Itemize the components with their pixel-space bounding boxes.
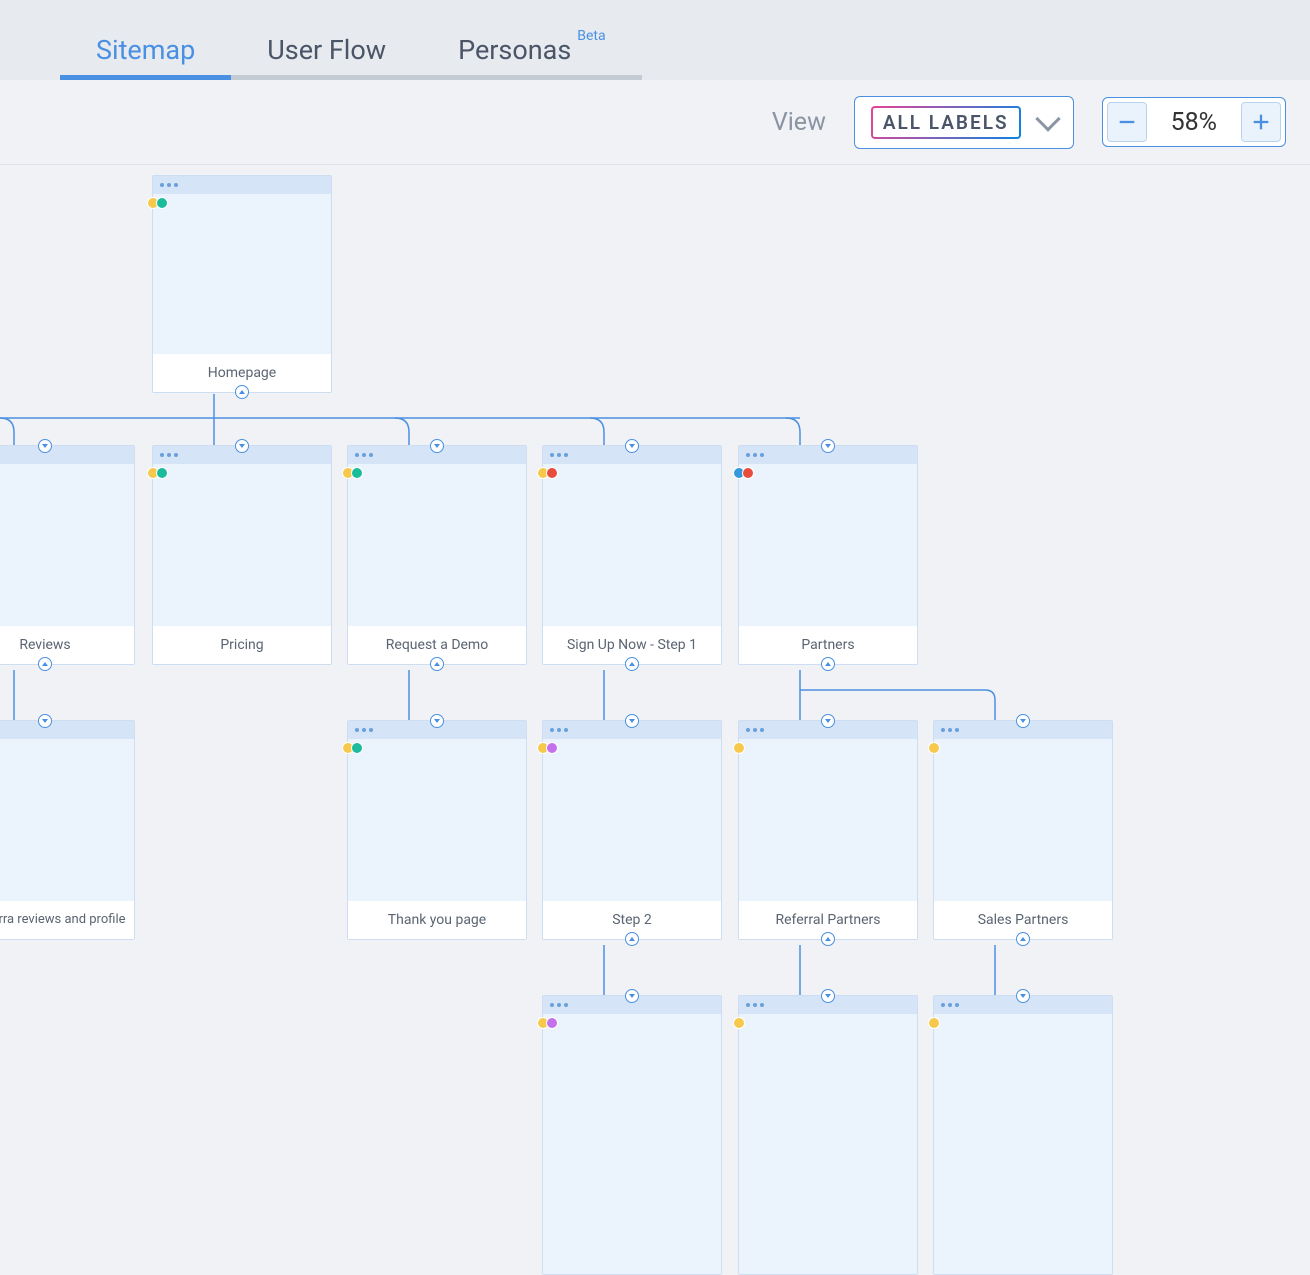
card-reviews[interactable]: Reviews xyxy=(0,445,135,665)
card-partial[interactable] xyxy=(542,995,722,1275)
card-capterra[interactable]: Capterra reviews and profile xyxy=(0,720,135,940)
labels-filter-value: ALL LABELS xyxy=(871,106,1021,139)
node-connector-bottom[interactable] xyxy=(625,932,639,946)
zoom-in-button[interactable] xyxy=(1241,102,1281,142)
card-label: Thank you page xyxy=(348,901,526,939)
card-partial[interactable] xyxy=(738,995,918,1275)
node-connector-top[interactable] xyxy=(821,714,835,728)
minus-icon xyxy=(1116,111,1138,133)
card-referral-partners[interactable]: Referral Partners xyxy=(738,720,918,940)
node-connector-bottom[interactable] xyxy=(430,657,444,671)
card-signup-step1[interactable]: Sign Up Now - Step 1 xyxy=(542,445,722,665)
node-connector-bottom[interactable] xyxy=(235,385,249,399)
card-sales-partners[interactable]: Sales Partners xyxy=(933,720,1113,940)
beta-badge: Beta xyxy=(577,28,605,44)
node-connector-top[interactable] xyxy=(821,989,835,1003)
node-connector-top[interactable] xyxy=(821,439,835,453)
tab-underline xyxy=(60,75,231,80)
node-connector-top[interactable] xyxy=(38,439,52,453)
node-connector-top[interactable] xyxy=(235,439,249,453)
card-label: Reviews xyxy=(0,626,134,664)
node-connector-top[interactable] xyxy=(430,439,444,453)
tab-personas[interactable]: Personas Beta xyxy=(422,34,642,80)
labels-filter-dropdown[interactable]: ALL LABELS xyxy=(854,96,1074,149)
card-pricing[interactable]: Pricing xyxy=(152,445,332,665)
node-connector-top[interactable] xyxy=(625,439,639,453)
node-connector-bottom[interactable] xyxy=(821,657,835,671)
tab-underline xyxy=(422,75,642,80)
node-connector-top[interactable] xyxy=(1016,714,1030,728)
zoom-value: 58% xyxy=(1147,108,1241,137)
card-request-demo[interactable]: Request a Demo xyxy=(347,445,527,665)
plus-icon xyxy=(1250,111,1272,133)
card-step2[interactable]: Step 2 xyxy=(542,720,722,940)
toolbar: View ALL LABELS 58% xyxy=(0,80,1310,165)
zoom-out-button[interactable] xyxy=(1107,102,1147,142)
sitemap-canvas[interactable]: Homepage Reviews Pricing Request a Demo … xyxy=(0,165,1310,1270)
tag-dot xyxy=(156,197,168,209)
node-connector-top[interactable] xyxy=(625,714,639,728)
node-connector-top[interactable] xyxy=(625,989,639,1003)
card-body xyxy=(153,194,331,354)
tabs-bar: Sitemap User Flow Personas Beta xyxy=(0,0,1310,80)
chevron-down-icon xyxy=(1035,106,1060,131)
card-tags xyxy=(147,197,165,209)
node-connector-bottom[interactable] xyxy=(821,932,835,946)
node-connector-top[interactable] xyxy=(1016,989,1030,1003)
tab-label: Sitemap xyxy=(96,34,195,66)
node-connector-top[interactable] xyxy=(430,714,444,728)
tab-sitemap[interactable]: Sitemap xyxy=(60,34,231,80)
tab-label: User Flow xyxy=(267,34,386,66)
tab-label: Personas Beta xyxy=(458,34,606,66)
card-partners[interactable]: Partners xyxy=(738,445,918,665)
card-partial[interactable] xyxy=(933,995,1113,1275)
card-label: Capterra reviews and profile xyxy=(0,901,134,939)
node-connector-bottom[interactable] xyxy=(625,657,639,671)
card-header xyxy=(153,176,331,194)
node-connector-bottom[interactable] xyxy=(38,657,52,671)
card-homepage[interactable]: Homepage xyxy=(152,175,332,393)
tab-underline xyxy=(231,75,422,80)
card-label: Pricing xyxy=(153,626,331,664)
node-connector-bottom[interactable] xyxy=(1016,932,1030,946)
card-thank-you[interactable]: Thank you page xyxy=(347,720,527,940)
view-label: View xyxy=(772,108,826,137)
tab-userflow[interactable]: User Flow xyxy=(231,34,422,80)
zoom-control: 58% xyxy=(1102,97,1286,147)
node-connector-top[interactable] xyxy=(38,714,52,728)
